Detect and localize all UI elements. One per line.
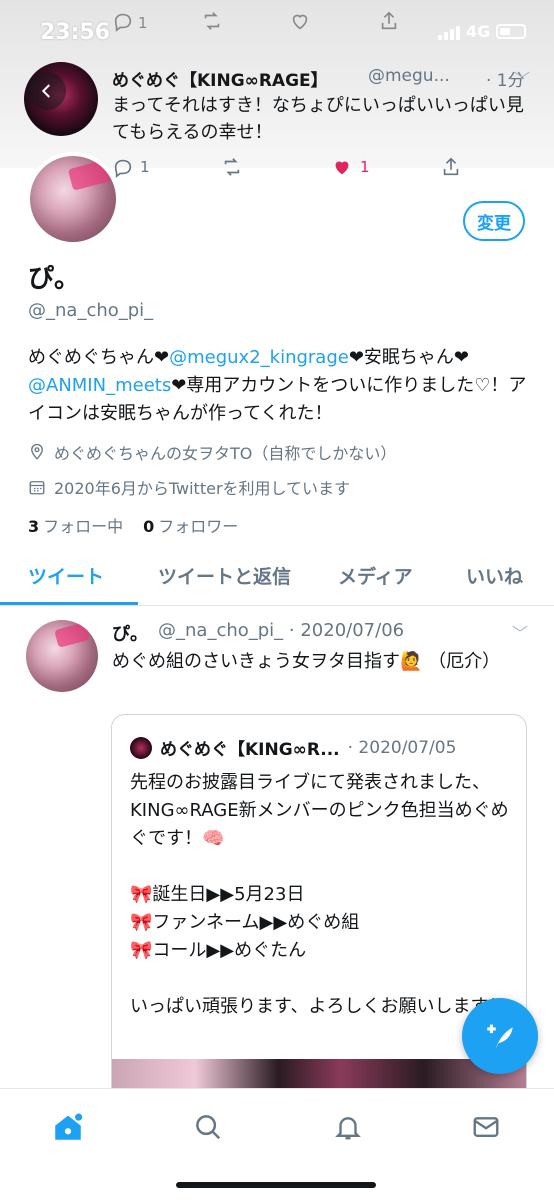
quoted-line: 🎀コール▶▶めぐたん — [130, 940, 307, 961]
feather-plus-icon — [487, 1024, 513, 1049]
avatar — [130, 736, 152, 759]
tweet-text: めぐめ組のさいきょう女ヲタ目指す🙋 （厄介） — [112, 651, 501, 672]
follow-stats: 3 フォロー中 0 フォロワー — [28, 513, 238, 537]
compose-tweet-button[interactable] — [462, 998, 538, 1074]
quoted-line — [130, 853, 510, 881]
profile-joined: 2020年6月からTwitterを利用しています — [28, 475, 350, 499]
tab-tweets[interactable]: ツイート — [28, 562, 104, 589]
quoted-tweet-header: めぐめぐ【KING∞R... · 2020/07/05 — [130, 735, 456, 760]
avatar[interactable] — [26, 620, 98, 692]
profile-location: めぐめぐちゃんの女ヲタTO（自称でしかない） — [28, 440, 396, 464]
bio-text: ❤安眠ちゃん❤ — [348, 347, 470, 368]
profile-display-name: ぴ。 — [28, 264, 81, 294]
share-icon — [443, 157, 459, 176]
nav-messages[interactable] — [466, 1107, 506, 1147]
back-button[interactable] — [28, 72, 66, 110]
tweet-author-handle: @megu... — [368, 66, 450, 86]
nav-home[interactable] — [48, 1107, 88, 1147]
like-button[interactable]: 1 — [330, 156, 370, 178]
joined-text: 2020年6月からTwitterを利用しています — [54, 479, 351, 498]
quoted-line: 先程のお披露目ライブにて発表されました、KING∞RAGE新メンバーのピンク色担… — [130, 772, 509, 849]
reply-button[interactable]: 1 — [112, 156, 150, 178]
quoted-tweet[interactable]: めぐめぐ【KING∞R... · 2020/07/05 先程のお披露目ライブにて… — [111, 714, 527, 1114]
network-label: 4G — [466, 22, 491, 41]
followers-link[interactable]: 0 フォロワー — [143, 513, 238, 537]
heart-icon — [335, 161, 349, 175]
chevron-down-icon[interactable]: ﹀ — [512, 620, 528, 644]
quoted-date: · 2020/07/05 — [347, 737, 457, 758]
quoted-line: いっぱい頑張ります、よろしくお願いします！ — [130, 996, 507, 1017]
retweet-icon — [224, 158, 240, 176]
quoted-author-name: めぐめぐ【KING∞R... — [160, 740, 340, 760]
signal-icon — [438, 24, 462, 40]
home-indicator — [176, 1182, 376, 1188]
bio-mention-link[interactable]: @megux2_kingrage — [169, 347, 349, 368]
bio-mention-link[interactable]: @ANMIN_meets — [28, 375, 171, 396]
quoted-line — [130, 965, 510, 993]
tweet-author-name: めぐめぐ【KING∞RAGE】 — [112, 71, 328, 91]
profile-avatar[interactable] — [26, 152, 120, 246]
bio-text: めぐめぐちゃん❤ — [28, 347, 170, 368]
like-count: 1 — [360, 158, 370, 176]
tab-tweets-and-replies[interactable]: ツイートと返信 — [158, 562, 291, 589]
tweet-text: まってそれはすき！なちょぴにいっぱいいっぱい見てもらえるの幸せ！ — [112, 95, 524, 143]
profile-username: @_na_cho_pi_ — [28, 300, 154, 321]
location-pin-icon — [31, 443, 43, 460]
tweet-author-name: ぴ。 — [112, 624, 148, 645]
edit-profile-button[interactable]: 変更 — [463, 201, 525, 241]
tab-media[interactable]: メディア — [338, 562, 413, 589]
quoted-tweet-text: 先程のお披露目ライブにて発表されました、KING∞RAGE新メンバーのピンク色担… — [130, 769, 510, 1021]
home-icon — [55, 1113, 83, 1140]
battery-icon — [496, 24, 526, 39]
reply-icon — [114, 159, 132, 178]
profile-tabs: ツイート ツイートと返信 メディア いいね — [0, 548, 554, 606]
chevron-down-icon[interactable]: ﹀ — [514, 66, 530, 90]
location-text: めぐめぐちゃんの女ヲタTO（自称でしかない） — [54, 444, 397, 463]
nav-notifications[interactable] — [328, 1107, 368, 1147]
bell-icon — [335, 1117, 361, 1140]
overlay-tweet-actions: 1 1 — [112, 156, 492, 184]
profile-bio: めぐめぐちゃん❤@megux2_kingrage❤安眠ちゃん❤ @ANMIN_me… — [28, 344, 528, 428]
following-link[interactable]: 3 フォロー中 — [28, 513, 123, 537]
active-tab-indicator — [0, 602, 138, 605]
mail-icon — [473, 1117, 499, 1137]
reply-count: 1 — [140, 158, 150, 176]
chevron-left-icon — [41, 84, 50, 98]
retweet-button[interactable] — [220, 156, 244, 178]
calendar-icon — [29, 481, 45, 495]
quoted-line: 🎀誕生日▶▶5月23日 — [130, 884, 305, 905]
status-bar: 23:56 4G — [0, 0, 554, 66]
nav-search[interactable] — [188, 1107, 228, 1147]
tweet-author-meta: @_na_cho_pi_ · 2020/07/06 — [158, 620, 405, 641]
share-button[interactable] — [440, 156, 462, 178]
status-time: 23:56 — [40, 20, 111, 45]
quoted-line: 🎀ファンネーム▶▶めぐめ組 — [130, 912, 360, 933]
tab-likes[interactable]: いいね — [466, 562, 523, 589]
search-icon — [196, 1115, 221, 1140]
